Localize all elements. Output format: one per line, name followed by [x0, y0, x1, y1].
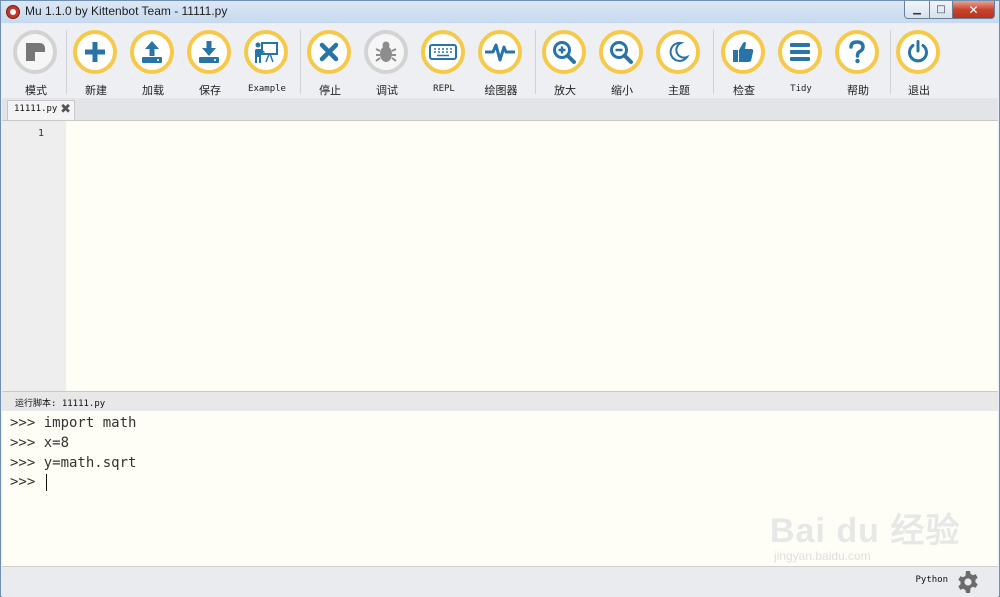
zoom-in-icon [542, 30, 586, 74]
zoom-out-label: 缩小 [611, 84, 633, 97]
presentation-icon [244, 30, 288, 74]
keyboard-icon [421, 30, 465, 74]
repl-line: >>> import math [10, 415, 137, 431]
example-button[interactable]: Example [241, 30, 297, 98]
quit-label: 退出 [908, 84, 930, 97]
lines-icon [778, 30, 822, 74]
plotter-button[interactable]: 绘图器 [475, 30, 531, 98]
line-number-gutter: 1 [2, 121, 66, 391]
waveform-icon [478, 30, 522, 74]
plotter-label: 绘图器 [484, 84, 518, 97]
new-button[interactable]: 新建 [70, 30, 126, 98]
status-bar: Python [2, 566, 998, 597]
minimize-button[interactable]: ▁ [904, 1, 930, 19]
window-title: Mu 1.1.0 by Kittenbot Team - 11111.py [25, 4, 228, 18]
question-icon [835, 30, 879, 74]
moon-icon [656, 30, 700, 74]
stop-button[interactable]: 停止 [304, 30, 360, 98]
line-number: 1 [37, 128, 44, 139]
repl-line: >>> x=8 [10, 435, 70, 451]
new-label: 新建 [85, 84, 107, 97]
example-label: Example [248, 84, 286, 94]
tab-11111-py[interactable]: 11111.py ✖ [7, 100, 75, 120]
zoom-out-icon [599, 30, 643, 74]
plus-icon [73, 30, 117, 74]
thumbs-up-icon [721, 30, 765, 74]
debug-label: 调试 [376, 84, 398, 97]
theme-button[interactable]: 主题 [653, 30, 709, 98]
bug-icon [364, 30, 408, 74]
repl-line: >>> y=math.sqrt [10, 455, 137, 471]
toolbar: 模式 新建 加载 保存 Example 停止 调试 REPL 绘图器 放大 缩小… [2, 24, 998, 98]
current-mode-label[interactable]: Python [915, 575, 948, 585]
maximize-button[interactable]: □ [930, 1, 953, 19]
repl-title: 运行脚本: 11111.py [15, 399, 106, 409]
text-cursor [46, 474, 47, 491]
baidu-watermark: Bai du 经验 jingyan.baidu.com [770, 491, 970, 571]
stop-x-icon [307, 30, 351, 74]
tab-label: 11111.py [14, 104, 58, 114]
window-controls: ▁ □ ✕ [904, 1, 995, 19]
help-label: 帮助 [847, 84, 869, 97]
close-tab-icon[interactable]: ✖ [60, 102, 71, 117]
quit-button[interactable]: 退出 [893, 30, 949, 98]
repl-prompt-line: >>> [10, 474, 44, 490]
repl-header: 运行脚本: 11111.py [2, 391, 998, 412]
gear-icon[interactable] [956, 570, 980, 594]
mode-label: 模式 [25, 84, 47, 97]
mode-button[interactable]: 模式 [10, 30, 66, 98]
help-button[interactable]: 帮助 [832, 30, 888, 98]
save-button[interactable]: 保存 [184, 30, 240, 98]
repl-button[interactable]: REPL [418, 30, 474, 98]
power-icon [896, 30, 940, 74]
zoom-in-button[interactable]: 放大 [539, 30, 595, 98]
code-editor[interactable]: 1 [2, 121, 998, 391]
stop-label: 停止 [319, 84, 341, 97]
check-button[interactable]: 检查 [718, 30, 774, 98]
tab-bar: 11111.py ✖ [2, 98, 998, 121]
mu-app-icon [6, 5, 20, 19]
repl-label: REPL [433, 84, 455, 94]
watermark-main: Bai du 经验 [770, 512, 961, 550]
theme-label: 主题 [668, 84, 690, 97]
load-label: 加载 [142, 84, 164, 97]
zoom-out-button[interactable]: 缩小 [596, 30, 652, 98]
debug-button[interactable]: 调试 [361, 30, 417, 98]
load-button[interactable]: 加载 [127, 30, 183, 98]
tidy-label: Tidy [790, 84, 812, 94]
tidy-button[interactable]: Tidy [775, 30, 831, 98]
save-label: 保存 [199, 84, 221, 97]
title-bar: Mu 1.1.0 by Kittenbot Team - 11111.py ▁ … [1, 1, 999, 23]
check-label: 检查 [733, 84, 755, 97]
mode-icon [13, 30, 57, 74]
repl-console[interactable]: >>> import math >>> x=8 >>> y=math.sqrt … [2, 411, 998, 566]
upload-icon [130, 30, 174, 74]
download-icon [187, 30, 231, 74]
close-button[interactable]: ✕ [953, 1, 995, 19]
watermark-sub: jingyan.baidu.com [774, 549, 871, 563]
zoom-in-label: 放大 [554, 84, 576, 97]
app-window: Mu 1.1.0 by Kittenbot Team - 11111.py ▁ … [0, 0, 1000, 597]
